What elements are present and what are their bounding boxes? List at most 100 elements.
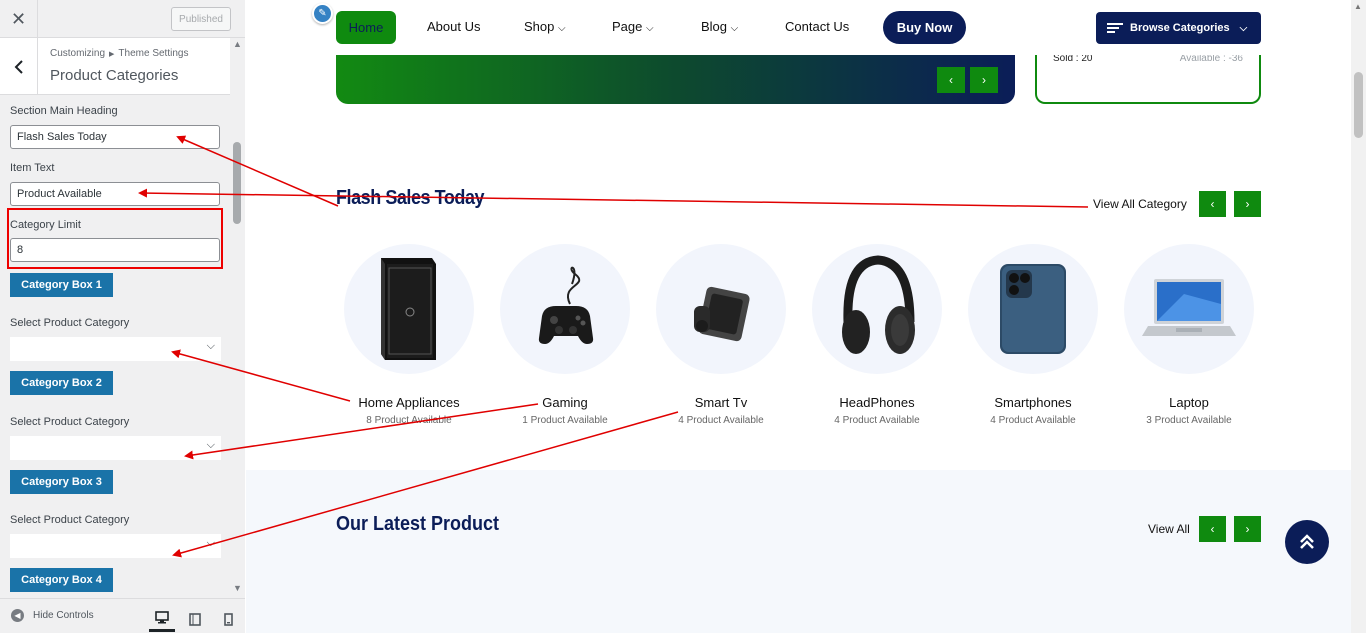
view-all-link[interactable]: View All [1148,522,1190,536]
category-image [1124,244,1254,374]
published-button[interactable]: Published [171,7,231,31]
scrollbar-thumb[interactable] [233,142,241,224]
category-box-2-button[interactable]: Category Box 2 [10,371,113,395]
category-name: Gaming [542,395,588,410]
nav-shop-label: Shop [524,19,555,34]
chevron-down-icon: ⌵ [206,340,215,352]
laptop-icon [1142,279,1236,336]
category-limit-input[interactable]: 8 [10,238,220,262]
category-name: Home Appliances [358,395,460,410]
category-name: Smart Tv [694,395,748,410]
category-card[interactable]: Home Appliances 8 Product Available [344,244,474,426]
customizer-header: ✕ Published [0,0,245,38]
category-image [812,244,942,374]
menu-icon [1107,21,1123,35]
browse-categories-label: Browse Categories [1130,22,1230,34]
nav-contact[interactable]: Contact Us [785,19,849,34]
chevron-down-icon: ⌵ [730,23,739,34]
category-image [500,244,630,374]
banner-next-button[interactable]: › [970,67,998,93]
browse-categories-button[interactable]: Browse Categories ⌵ [1096,12,1261,44]
breadcrumb: Customizing ▶ Theme Settings [50,48,188,59]
category-name: Smartphones [994,395,1072,410]
pc-tower-icon [381,258,436,360]
item-text-label: Item Text [10,162,55,174]
category-image [344,244,474,374]
select-category-label: Select Product Category [10,317,130,329]
category-box-1-button[interactable]: Category Box 1 [10,273,113,297]
scroll-up-icon[interactable]: ▲ [233,39,242,49]
site-preview: ‹ › Sold : 20 Available : -36 Home About… [246,0,1366,633]
close-icon: ✕ [10,8,27,29]
close-customizer-button[interactable]: ✕ [0,0,38,38]
category-image [968,244,1098,374]
edit-shortcut-icon[interactable]: ✎ [312,3,333,24]
buy-now-button[interactable]: Buy Now [883,11,966,44]
customizer-sidebar: ✕ Published Customizing ▶ Theme Settings P… [0,0,245,633]
banner-prev-button[interactable]: ‹ [937,67,965,93]
scroll-down-icon[interactable]: ▼ [233,583,242,593]
panel-title: Product Categories [50,67,179,84]
nav-shop[interactable]: Shop ⌵ [524,19,566,34]
nav-blog[interactable]: Blog ⌵ [701,19,738,34]
breadcrumb-parent: Theme Settings [118,48,189,59]
category-next-button[interactable]: › [1234,191,1261,217]
category-card[interactable]: Gaming 1 Product Available [500,244,630,426]
scroll-up-icon[interactable]: ▲ [1354,2,1362,11]
sidebar-scrollbar[interactable]: ▲ ▼ [230,38,245,598]
chevron-down-icon: ⌵ [646,23,654,34]
category-card[interactable]: HeadPhones 4 Product Available [812,244,942,426]
section-heading-label: Section Main Heading [10,105,118,117]
hide-controls-icon[interactable]: ◀ [11,609,24,622]
category-prev-button[interactable]: ‹ [1199,191,1226,217]
tablet-preview-button[interactable] [182,606,208,632]
section-heading-input[interactable]: Flash Sales Today [10,125,220,149]
category-card[interactable]: Laptop 3 Product Available [1124,244,1254,426]
nav-blog-label: Blog [701,19,728,34]
chevron-right-icon: › [1245,197,1250,211]
back-button[interactable] [0,38,38,95]
select-category-label: Select Product Category [10,514,130,526]
nav-about[interactable]: About Us [427,19,480,34]
category-box-3-button[interactable]: Category Box 3 [10,470,113,494]
nav-page[interactable]: Page ⌵ [612,19,654,34]
flash-sales-heading: Flash Sales Today [336,187,485,209]
latest-products-heading: Our Latest Product [336,513,500,535]
desktop-icon [155,611,169,624]
chevron-down-icon: ⌵ [206,537,215,549]
chevron-left-icon: ‹ [949,73,953,87]
chevron-right-icon: › [1245,522,1250,536]
category-count: 1 Product Available [522,415,608,426]
chevron-left-icon: ‹ [1210,197,1215,211]
latest-next-button[interactable]: › [1234,516,1261,542]
chevron-down-icon: ⌵ [206,439,215,451]
item-text-input[interactable]: Product Available [10,182,220,206]
mobile-preview-button[interactable] [215,606,241,632]
category-count: 3 Product Available [1146,415,1232,426]
nav-home[interactable]: Home [336,11,396,44]
category-card[interactable]: Smart Tv 4 Product Available [656,244,786,426]
category-card[interactable]: Smartphones 4 Product Available [968,244,1098,426]
chevron-left-icon [14,59,23,74]
hero-banner: ‹ › [336,55,1015,104]
view-all-category-link[interactable]: View All Category [1093,197,1187,211]
category-box-4-button[interactable]: Category Box 4 [10,568,113,592]
desktop-preview-button[interactable] [149,606,175,632]
latest-products-section: Our Latest Product View All ‹ › [246,470,1351,633]
smartphone-icon [1000,264,1066,354]
panel-header: Customizing ▶ Theme Settings Product Categ… [0,38,230,95]
chevron-left-icon: ‹ [1210,522,1215,536]
preview-scrollbar[interactable]: ▲ [1351,0,1366,633]
breadcrumb-separator-icon: ▶ [109,51,115,58]
breadcrumb-root: Customizing [50,48,106,59]
latest-prev-button[interactable]: ‹ [1199,516,1226,542]
smartwatch-icon [694,286,750,342]
main-navbar: Home About Us Shop ⌵ Page ⌵ Blog ⌵ Conta… [246,0,1366,55]
category-select-2[interactable]: ⌵ [10,436,221,460]
double-chevron-up-icon [1300,534,1314,549]
scroll-to-top-button[interactable] [1285,520,1329,564]
category-select-3[interactable]: ⌵ [10,534,221,558]
scrollbar-thumb[interactable] [1354,72,1363,138]
category-select-1[interactable]: ⌵ [10,337,221,361]
hide-controls-button[interactable]: Hide Controls [33,610,94,621]
